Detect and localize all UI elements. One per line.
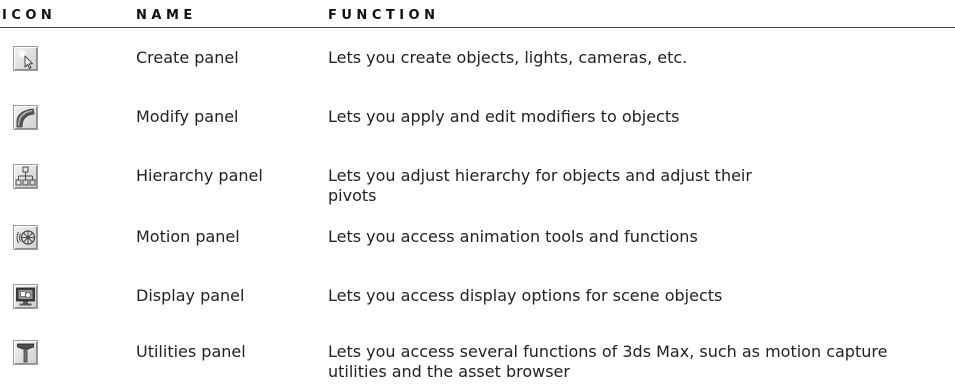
motion-wheel-icon	[13, 225, 38, 250]
header-rule	[0, 27, 955, 28]
row-name-modify: Modify panel	[136, 107, 239, 126]
header-name: NAME	[136, 8, 197, 23]
row-function-modify: Lets you apply and edit modifiers to obj…	[328, 107, 680, 126]
row-function-display: Lets you access display options for scen…	[328, 286, 723, 305]
header-function: FUNCTION	[328, 8, 440, 23]
row-function-create: Lets you create objects, lights, cameras…	[328, 48, 688, 67]
header-icon: ICON	[2, 8, 57, 23]
row-name-display: Display panel	[136, 286, 245, 305]
row-function-motion: Lets you access animation tools and func…	[328, 227, 698, 246]
row-function-utilities: Lets you access several functions of 3ds…	[328, 342, 888, 381]
utilities-hammer-icon	[13, 340, 38, 365]
hierarchy-tree-icon	[13, 164, 38, 189]
row-name-hierarchy: Hierarchy panel	[136, 166, 263, 185]
row-name-create: Create panel	[136, 48, 239, 67]
modify-arc-icon	[13, 105, 38, 130]
row-name-utilities: Utilities panel	[136, 342, 246, 361]
display-monitor-icon	[13, 284, 38, 309]
row-name-motion: Motion panel	[136, 227, 240, 246]
create-wand-icon	[13, 46, 38, 71]
row-function-hierarchy: Lets you adjust hierarchy for objects an…	[328, 166, 752, 205]
